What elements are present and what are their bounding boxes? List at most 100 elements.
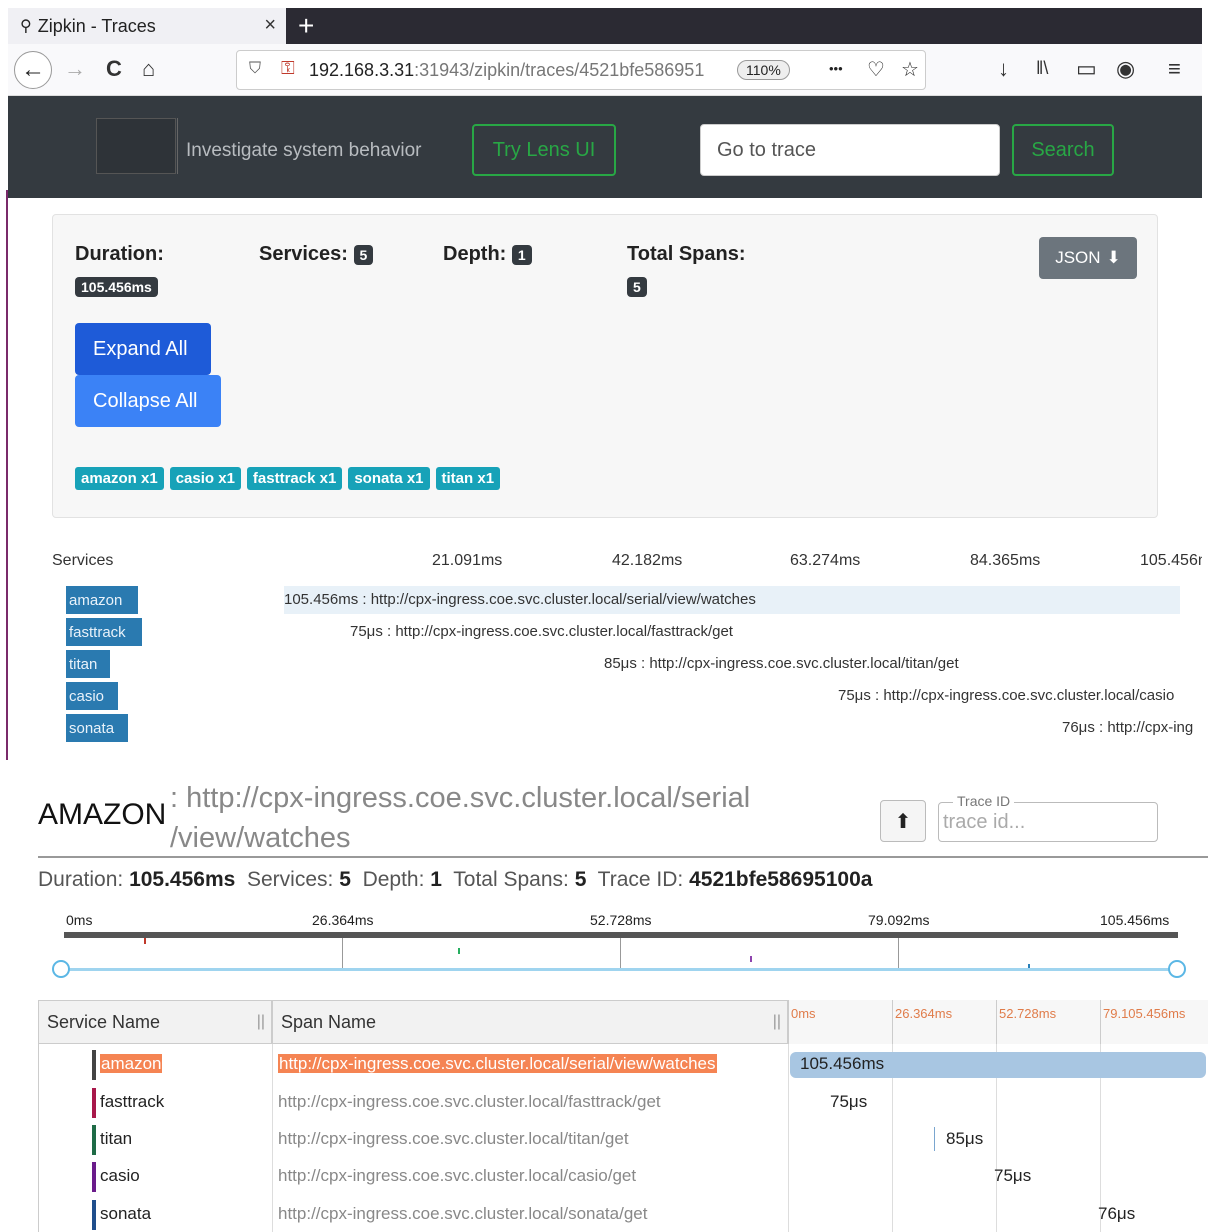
table-row[interactable]: amazon http://cpx-ingress.coe.svc.cluste…: [38, 1046, 1208, 1083]
service-color-bar: [92, 1050, 96, 1080]
depth-label: Depth:: [443, 243, 507, 265]
browser-tab-bar: ⚲ Zipkin - Traces × +: [8, 8, 1202, 44]
zoom-level-badge[interactable]: 110%: [737, 60, 790, 80]
service-badge-sonata[interactable]: sonata x1: [348, 467, 430, 490]
zipkin-logo[interactable]: [96, 118, 176, 174]
table-row[interactable]: fasttrack http://cpx-ingress.coe.svc.clu…: [38, 1084, 1208, 1121]
timeline-header-tick: 79.105.456ms: [1103, 1006, 1186, 1021]
browser-tab[interactable]: ⚲ Zipkin - Traces ×: [8, 8, 286, 44]
service-color-bar: [92, 1088, 96, 1118]
service-badge-casio[interactable]: casio x1: [169, 467, 241, 490]
upload-icon: ⬆: [894, 810, 912, 833]
span-label[interactable]: 105.456ms : http://cpx-ingress.coe.svc.c…: [284, 591, 756, 608]
timeline-tick: 105.456ms: [1140, 552, 1202, 569]
total-spans-label: Total Spans:: [627, 243, 746, 265]
services-column-header: Services: [52, 552, 114, 569]
total-spans-badge: 5: [627, 277, 647, 297]
total-spans-value: 5: [627, 277, 647, 297]
services-label: Services:: [247, 868, 334, 891]
timeline-tick: 42.182ms: [612, 552, 683, 569]
trace-stats-line: Duration: 105.456ms Services: 5 Depth: 1…: [38, 868, 872, 892]
search-button[interactable]: Search: [1012, 124, 1114, 176]
service-badges: amazon x1 casio x1 fasttrack x1 sonata x…: [75, 467, 501, 490]
span-name: http://cpx-ingress.coe.svc.cluster.local…: [278, 1129, 629, 1148]
service-label-amazon[interactable]: amazon: [66, 586, 138, 614]
home-icon[interactable]: ⌂: [142, 56, 155, 82]
column-header-span[interactable]: Span Name ||: [272, 1000, 788, 1044]
span-label[interactable]: 76μs : http://cpx-ing: [1062, 719, 1193, 736]
table-row[interactable]: sonata http://cpx-ingress.coe.svc.cluste…: [38, 1196, 1208, 1232]
timeline-tick: 63.274ms: [790, 552, 861, 569]
span-name: http://cpx-ingress.coe.svc.cluster.local…: [278, 1092, 661, 1111]
span-name-header: Span Name: [281, 1011, 377, 1032]
tab-title: Zipkin - Traces: [37, 15, 156, 36]
url-text[interactable]: 192.168.3.31:31943/zipkin/traces/4521bfe…: [309, 60, 704, 81]
range-slider-end-handle[interactable]: [1168, 960, 1186, 978]
mini-span-mark: [144, 938, 146, 944]
insecure-lock-icon[interactable]: ⚿: [281, 58, 295, 79]
trace-id-field[interactable]: Trace ID trace id...: [938, 793, 1158, 842]
span-label[interactable]: 75μs : http://cpx-ingress.coe.svc.cluste…: [350, 623, 733, 640]
mini-timeline-separator: [342, 938, 343, 968]
url-bar[interactable]: ⛉ ⚿ 192.168.3.31:31943/zipkin/traces/452…: [236, 50, 926, 90]
timeline-column-header: 0ms: [788, 1000, 892, 1044]
column-header-service[interactable]: Service Name ||: [38, 1000, 272, 1044]
bookmark-star-icon[interactable]: ☆: [901, 57, 919, 82]
downloads-icon[interactable]: ↓: [998, 56, 1009, 82]
range-slider-track[interactable]: [62, 968, 1180, 971]
span-duration-tick: [934, 1127, 935, 1151]
page-actions-icon[interactable]: •••: [829, 61, 843, 76]
column-resize-icon[interactable]: ||: [773, 1013, 781, 1031]
sidebar-icon[interactable]: ▭: [1076, 56, 1097, 82]
span-duration: 75μs: [830, 1092, 868, 1111]
service-label-casio[interactable]: casio: [66, 682, 118, 710]
span-duration: 105.456ms: [800, 1054, 885, 1073]
reload-icon[interactable]: C: [106, 56, 122, 82]
service-badge-titan[interactable]: titan x1: [435, 467, 501, 490]
new-tab-icon[interactable]: +: [298, 10, 314, 42]
tab-close-icon[interactable]: ×: [264, 14, 276, 37]
span-label[interactable]: 75μs : http://cpx-ingress.coe.svc.cluste…: [838, 687, 1174, 704]
shield-icon[interactable]: ⛉: [249, 60, 261, 78]
column-resize-icon[interactable]: ||: [257, 1013, 265, 1031]
total-spans-value: 5: [574, 868, 587, 891]
trace-id-value: 4521bfe58695100a: [689, 868, 873, 891]
table-row[interactable]: titan http://cpx-ingress.coe.svc.cluster…: [38, 1121, 1208, 1158]
service-badge-amazon[interactable]: amazon x1: [75, 467, 164, 490]
json-download-button[interactable]: JSON ⬇: [1039, 237, 1137, 279]
account-icon[interactable]: ◉: [1116, 56, 1135, 82]
back-arrow-icon[interactable]: ←: [14, 51, 52, 89]
services-label: Services:: [259, 243, 348, 265]
url-path: :31943/zipkin/traces/4521bfe586951: [414, 60, 705, 80]
mini-span-mark: [750, 956, 752, 962]
service-label-sonata[interactable]: sonata: [66, 714, 128, 742]
forward-arrow-icon[interactable]: →: [64, 56, 86, 82]
library-icon[interactable]: ǁ\: [1036, 58, 1048, 79]
trace-id-input[interactable]: trace id...: [943, 811, 1025, 834]
mini-timeline-tick: 105.456ms: [1100, 912, 1170, 928]
table-row[interactable]: casio http://cpx-ingress.coe.svc.cluster…: [38, 1158, 1208, 1195]
range-slider-start-handle[interactable]: [52, 960, 70, 978]
upload-json-button[interactable]: ⬆: [880, 800, 926, 842]
span-name: http://cpx-ingress.coe.svc.cluster.local…: [278, 1204, 648, 1223]
timeline-header-tick: 26.364ms: [895, 1006, 953, 1021]
timeline-tick: 84.365ms: [970, 552, 1041, 569]
expand-all-button[interactable]: Expand All: [75, 323, 211, 375]
collapse-all-button[interactable]: Collapse All: [75, 375, 221, 427]
url-host: 192.168.3.31: [309, 60, 415, 80]
pocket-icon[interactable]: ♡: [867, 57, 885, 82]
duration-label: Duration:: [75, 243, 164, 265]
service-name: titan: [100, 1129, 133, 1148]
service-color-bar: [92, 1125, 96, 1155]
go-to-trace-input[interactable]: Go to trace: [700, 124, 1000, 176]
service-label-fasttrack[interactable]: fasttrack: [66, 618, 142, 646]
service-label-titan[interactable]: titan: [66, 650, 110, 678]
span-duration: 76μs: [1098, 1204, 1136, 1223]
span-duration: 85μs: [946, 1129, 984, 1148]
service-badge-fasttrack[interactable]: fasttrack x1: [246, 467, 343, 490]
menu-icon[interactable]: ≡: [1168, 56, 1181, 82]
try-lens-ui-button[interactable]: Try Lens UI: [472, 124, 616, 176]
span-label[interactable]: 85μs : http://cpx-ingress.coe.svc.cluste…: [604, 655, 959, 672]
service-color-bar: [92, 1200, 96, 1230]
header-tagline: Investigate system behavior: [186, 140, 422, 161]
